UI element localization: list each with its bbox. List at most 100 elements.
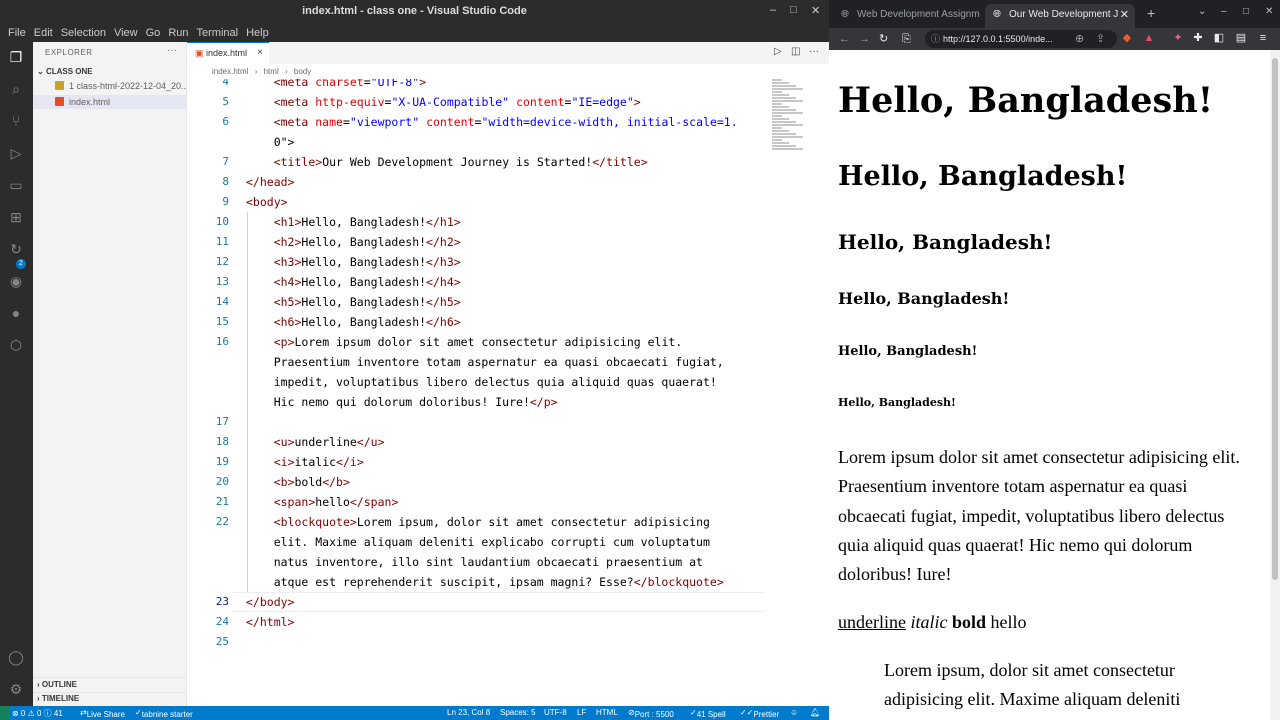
maximize-button[interactable]: □: [790, 4, 797, 16]
menu-run[interactable]: Run: [168, 27, 188, 39]
sidebar-icon[interactable]: ◧: [1213, 31, 1225, 45]
code-line[interactable]: <meta http-equiv="X-UA-Compatible" conte…: [246, 92, 641, 112]
code-line[interactable]: <h3>Hello, Bangladesh!</h3>: [246, 252, 461, 272]
indentation-status[interactable]: Spaces: 5: [500, 708, 536, 717]
code-line[interactable]: <b>bold</b>: [246, 472, 350, 492]
tabnine-icon[interactable]: ⬡: [6, 335, 26, 355]
code-line[interactable]: 0">: [246, 132, 295, 152]
code-line[interactable]: <body>: [246, 192, 288, 212]
tab-search-icon[interactable]: ⌄: [1198, 6, 1206, 17]
tabnine-status[interactable]: ✓ tabnine starter: [135, 708, 193, 719]
brave-rewards-icon[interactable]: ▲: [1143, 31, 1155, 45]
problems-status[interactable]: ⊗ 0 ⚠ 0 ⓘ 41: [12, 708, 63, 719]
tab-index-html[interactable]: ▣ index.html ×: [187, 42, 269, 64]
back-icon[interactable]: ←: [839, 31, 850, 47]
file-item-index-html[interactable]: index.html: [33, 95, 186, 109]
code-line[interactable]: </head>: [246, 172, 294, 192]
wallet-icon[interactable]: ▤: [1235, 31, 1247, 45]
outline-section[interactable]: › OUTLINE: [37, 680, 77, 689]
browser-tab-assignment[interactable]: 🌐︎ Web Development Assignm: [833, 4, 983, 28]
menu-icon[interactable]: ≡: [1257, 31, 1269, 45]
menu-view[interactable]: View: [114, 27, 138, 39]
menu-go[interactable]: Go: [146, 27, 161, 39]
address-bar[interactable]: ⓘ http://127.0.0.1:5500/inde...: [925, 30, 1117, 48]
code-line[interactable]: <h2>Hello, Bangladesh!</h2>: [246, 232, 461, 252]
browser-tab-web-development[interactable]: 🌐︎ Our Web Development J ✕: [985, 4, 1135, 28]
share-icon[interactable]: ⇪: [1096, 31, 1105, 47]
split-editor-icon[interactable]: ◫: [791, 46, 800, 57]
menu-help[interactable]: Help: [246, 27, 269, 39]
run-icon[interactable]: ▷: [774, 46, 782, 57]
reload-icon[interactable]: ↻: [879, 31, 888, 47]
gear-icon[interactable]: ⚙: [6, 679, 26, 699]
extensions-puzzle-icon[interactable]: ✚: [1192, 31, 1204, 45]
brave-shields-icon[interactable]: ◆: [1121, 31, 1133, 45]
live-share-status[interactable]: ⇄ Live Share: [80, 708, 125, 719]
code-line[interactable]: <span>hello</span>: [246, 492, 399, 512]
close-tab-icon[interactable]: ×: [257, 43, 263, 63]
account-icon[interactable]: ◯: [6, 647, 26, 667]
forward-icon[interactable]: →: [859, 31, 870, 47]
search-icon[interactable]: ⌕: [6, 79, 26, 99]
cursor-position[interactable]: Ln 23, Col 8: [447, 708, 490, 717]
prettier-status[interactable]: ✓✓ Prettier: [740, 708, 779, 719]
extensions-icon[interactable]: ⊞: [6, 207, 26, 227]
code-line[interactable]: Hic nemo qui dolorum doloribus! Iure!</p…: [246, 392, 558, 412]
breadcrumb-html[interactable]: html: [264, 67, 279, 76]
github-icon[interactable]: ●: [6, 303, 26, 323]
explorer-icon[interactable]: ❐: [6, 47, 26, 67]
bookmark-icon[interactable]: ⎘: [902, 31, 911, 47]
code-line[interactable]: impedit, voluptatibus libero delectus qu…: [246, 372, 717, 392]
code-editor[interactable]: 4 <meta charset="UTF-8"> 5 <meta http-equ…: [187, 79, 820, 706]
code-line[interactable]: <h6>Hello, Bangladesh!</h6>: [246, 312, 461, 332]
code-line[interactable]: Praesentium inventore totam aspernatur e…: [246, 352, 724, 372]
code-line[interactable]: <h1>Hello, Bangladesh!</h1>: [246, 212, 461, 232]
folder-class-one[interactable]: ⌄ CLASS ONE: [37, 67, 93, 76]
live-server-port[interactable]: ⊘ Port : 5500: [628, 708, 674, 719]
breadcrumb-body[interactable]: body: [294, 67, 311, 76]
file-item-class-html[interactable]: 1 class-html-2022-12-04_20...: [55, 81, 189, 91]
code-line[interactable]: <title>Our Web Development Journey is St…: [246, 152, 648, 172]
gitlens-icon[interactable]: ◉: [6, 271, 26, 291]
minimize-button[interactable]: –: [1221, 6, 1227, 17]
remote-indicator[interactable]: [0, 706, 10, 720]
code-line[interactable]: <meta name="viewport" content="width=dev…: [246, 112, 738, 132]
code-line[interactable]: atque est reprehenderit suscipit, ipsam …: [246, 572, 724, 592]
scrollbar-thumb[interactable]: [1272, 58, 1278, 580]
menu-selection[interactable]: Selection: [61, 27, 106, 39]
remote-explorer-icon[interactable]: ▭: [6, 175, 26, 195]
close-window-button[interactable]: ✕: [811, 4, 820, 17]
page-scrollbar[interactable]: [1270, 50, 1280, 720]
menu-terminal[interactable]: Terminal: [197, 27, 239, 39]
more-actions-icon[interactable]: ···: [809, 46, 819, 57]
code-line[interactable]: <h5>Hello, Bangladesh!</h5>: [246, 292, 461, 312]
encoding-status[interactable]: UTF-8: [544, 708, 567, 717]
language-status[interactable]: HTML: [596, 708, 618, 717]
live-share-icon[interactable]: ↻: [6, 239, 26, 259]
minimize-button[interactable]: –: [770, 4, 776, 16]
maximize-button[interactable]: □: [1243, 6, 1249, 17]
code-line[interactable]: <u>underline</u>: [246, 432, 385, 452]
info-icon[interactable]: ⓘ: [931, 30, 940, 48]
zoom-icon[interactable]: ⊕: [1075, 31, 1084, 47]
extension-icon[interactable]: ✦: [1172, 31, 1184, 45]
code-line[interactable]: elit. Maxime aliquam deleniti explicabo …: [246, 532, 710, 552]
run-debug-icon[interactable]: ▷: [6, 143, 26, 163]
code-line[interactable]: <h4>Hello, Bangladesh!</h4>: [246, 272, 461, 292]
new-tab-button[interactable]: +: [1147, 5, 1155, 21]
close-tab-icon[interactable]: ✕: [1120, 4, 1129, 26]
code-line[interactable]: <meta charset="UTF-8">: [246, 79, 426, 92]
code-line[interactable]: <blockquote>Lorem ipsum, dolor sit amet …: [246, 512, 710, 532]
feedback-icon[interactable]: ☺: [790, 708, 798, 717]
more-actions-icon[interactable]: ···: [167, 45, 177, 56]
code-line[interactable]: natus inventore, illo sint laudantium ob…: [246, 552, 703, 572]
timeline-section[interactable]: › TIMELINE: [37, 694, 79, 703]
minimap[interactable]: [772, 79, 812, 150]
code-line[interactable]: <i>italic</i>: [246, 452, 364, 472]
menu-edit[interactable]: Edit: [34, 27, 53, 39]
code-line[interactable]: </body>: [246, 592, 294, 612]
spell-status[interactable]: ✓ 41 Spell: [690, 708, 726, 719]
notifications-icon[interactable]: 🔔︎: [810, 708, 820, 717]
code-line[interactable]: </html>: [246, 612, 294, 632]
code-line[interactable]: <p>Lorem ipsum dolor sit amet consectetu…: [246, 332, 683, 352]
